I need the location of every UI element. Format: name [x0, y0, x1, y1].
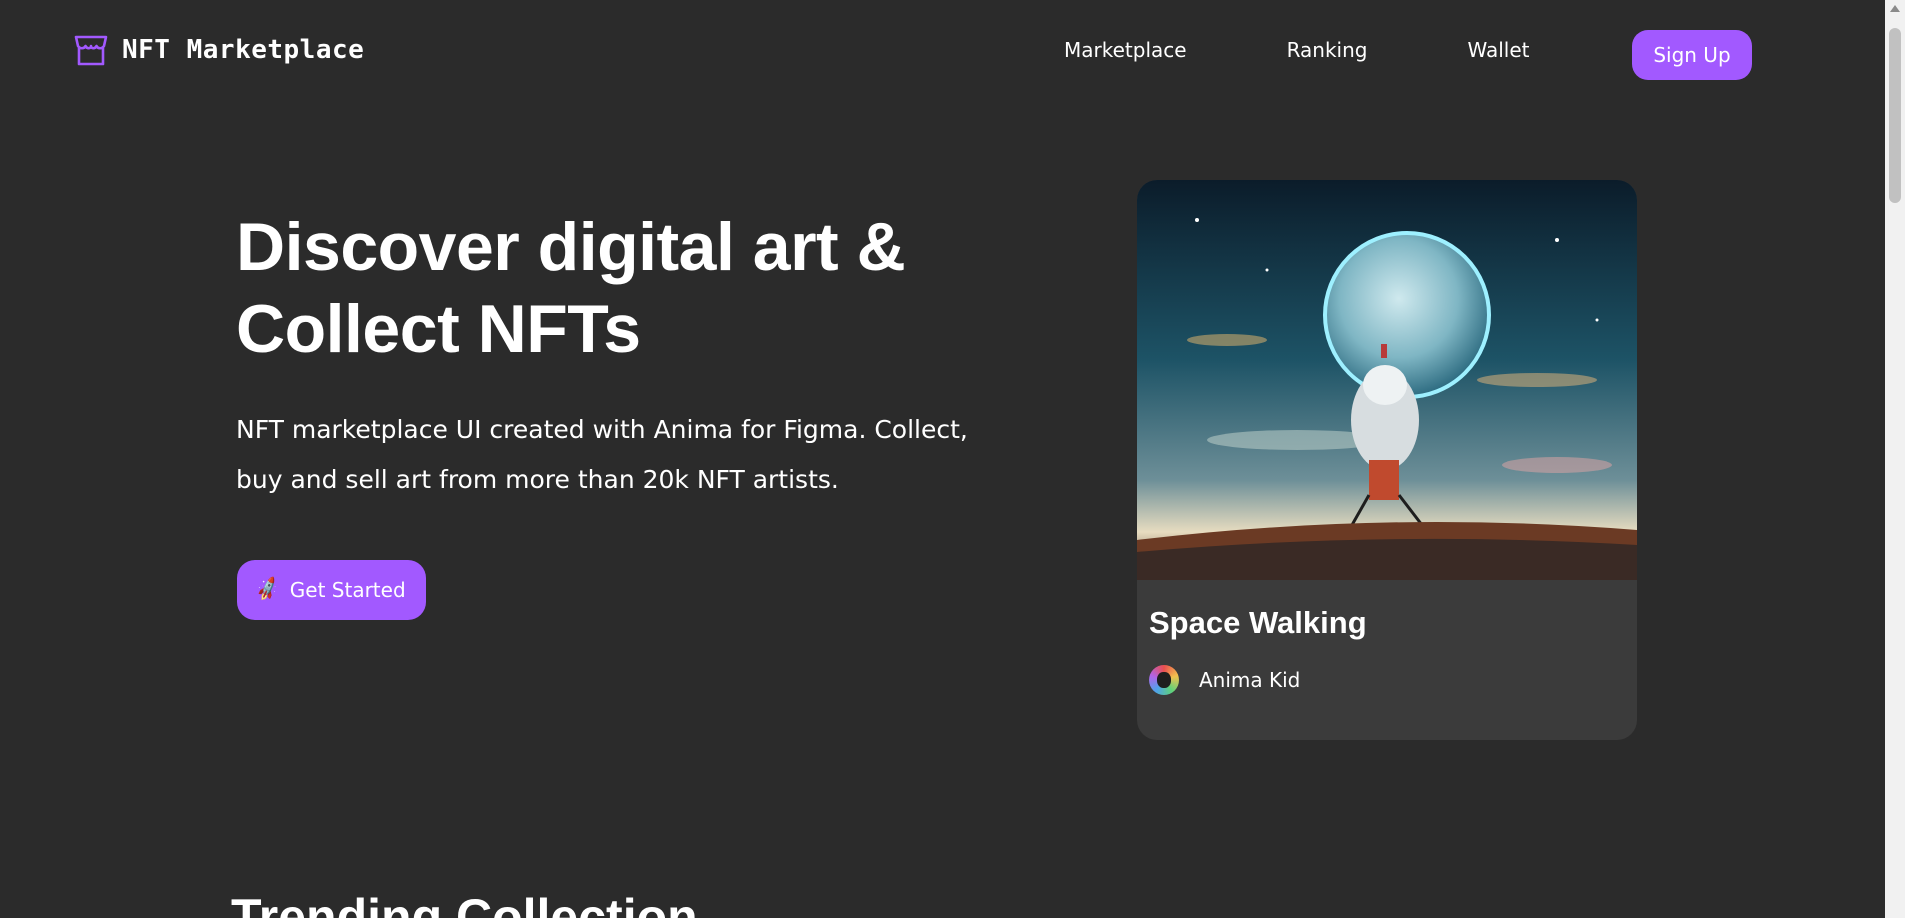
- brand-name: NFT Marketplace: [122, 35, 365, 65]
- artist-avatar: [1149, 665, 1179, 695]
- nav-link-ranking[interactable]: Ranking: [1287, 38, 1368, 62]
- page: NFT Marketplace Marketplace Ranking Wall…: [0, 0, 1905, 918]
- scroll-up-arrow-icon[interactable]: [1890, 5, 1900, 12]
- featured-nft-card[interactable]: Space Walking Anima Kid: [1137, 180, 1637, 740]
- nft-title: Space Walking: [1149, 605, 1367, 640]
- nav-link-marketplace[interactable]: Marketplace: [1064, 38, 1187, 62]
- page-scrollbar[interactable]: [1885, 0, 1905, 918]
- hero-description-line-1: NFT marketplace UI created with Anima fo…: [236, 415, 968, 444]
- trending-section-title: Trending Collection: [231, 889, 698, 918]
- navbar: NFT Marketplace Marketplace Ranking Wall…: [0, 0, 1885, 110]
- brand-logo[interactable]: NFT Marketplace: [74, 34, 364, 66]
- rocket-icon: 🚀: [254, 575, 283, 604]
- hero-title-line-2: Collect NFTs: [236, 291, 641, 367]
- main-nav: Marketplace Ranking Wallet: [1064, 38, 1529, 62]
- hero-description-line-2: buy and sell art from more than 20k NFT …: [236, 465, 839, 494]
- sign-up-button[interactable]: Sign Up: [1632, 30, 1752, 80]
- storefront-icon: [74, 35, 108, 66]
- artist-info[interactable]: Anima Kid: [1149, 665, 1300, 695]
- hero-title-line-1: Discover digital art &: [236, 209, 906, 285]
- hero-description: NFT marketplace UI created with Anima fo…: [236, 405, 1076, 505]
- astronaut-planet-artwork: [1137, 180, 1637, 580]
- get-started-label: Get Started: [289, 578, 406, 602]
- hero-title: Discover digital art & Collect NFTs: [236, 206, 996, 370]
- scroll-thumb[interactable]: [1889, 28, 1901, 203]
- artist-name: Anima Kid: [1199, 668, 1301, 692]
- nav-link-wallet[interactable]: Wallet: [1467, 38, 1529, 62]
- get-started-button[interactable]: 🚀 Get Started: [237, 560, 426, 620]
